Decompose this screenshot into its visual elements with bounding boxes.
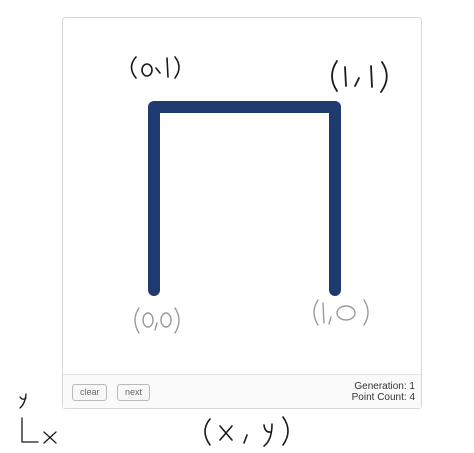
point-count-label: Point Count: 4 [351, 392, 415, 403]
curve-svg [148, 101, 341, 296]
drawing-canvas[interactable] [63, 18, 421, 376]
curve-path [148, 101, 341, 296]
generation-label: Generation: 1 [354, 381, 415, 392]
control-footer: clear next Generation: 1 Point Count: 4 [63, 374, 421, 408]
stats-panel: Generation: 1 Point Count: 4 [352, 381, 415, 403]
coord-format-label [204, 416, 289, 447]
clear-button[interactable]: clear [72, 384, 107, 401]
next-button[interactable]: next [117, 384, 150, 401]
axis-sketch [19, 393, 57, 444]
app-card: clear next Generation: 1 Point Count: 4 [62, 17, 422, 409]
